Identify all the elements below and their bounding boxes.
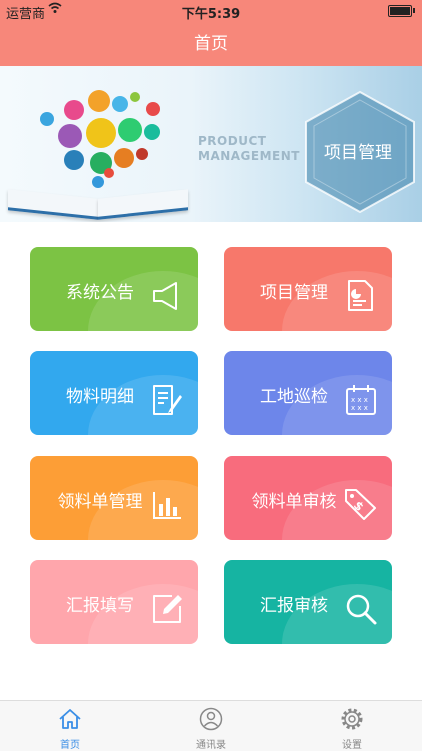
page-title: 首页 [194,34,228,54]
tile-material-details[interactable]: 物料明细 [30,351,198,435]
tile-requisition-review[interactable]: 领料单审核 $ [224,456,392,540]
tile-project-management[interactable]: 项目管理 [224,247,392,331]
tile-label: 项目管理 [260,283,328,303]
status-bar: 运营商 下午5:39 [0,0,422,22]
product-management-text: PRODUCT MANAGEMENT [198,134,300,163]
tile-label: 领料单管理 [57,492,143,512]
tile-report-review[interactable]: 汇报审核 [224,560,392,644]
tab-label: 设置 [342,740,362,751]
book-left-page [8,189,98,220]
tab-settings[interactable]: 设置 [282,701,422,751]
tile-label: 物料明细 [66,387,134,407]
tile-label: 工地巡检 [260,387,328,407]
speaker-icon [153,282,177,310]
tile-label: 系统公告 [66,283,134,303]
tile-system-notice[interactable]: 系统公告 [30,247,198,331]
tile-report-fill[interactable]: 汇报填写 [30,560,198,644]
banner[interactable]: PRODUCT MANAGEMENT 项目管理 [0,66,422,222]
battery-tip [413,8,415,13]
home-icon [59,709,81,729]
tile-site-inspection[interactable]: 工地巡检 x x x x x x [224,351,392,435]
nav-bar: 首页 [0,22,422,66]
book-right-page [98,189,188,220]
tab-label: 首页 [60,740,80,751]
write-icon [153,595,182,623]
report-document-icon [348,280,373,311]
svg-text:$: $ [351,498,367,514]
settings-icon [341,708,363,730]
bar-chart-icon [153,492,181,519]
contacts-icon [199,707,223,731]
svg-text:x x x: x x x [351,396,368,404]
calendar-icon: x x x x x x [346,385,376,415]
status-time: 下午5:39 [181,7,241,22]
tab-home[interactable]: 首页 [0,701,140,751]
price-tag-icon: $ [345,489,376,520]
tile-requisition-management[interactable]: 领料单管理 [30,456,198,540]
tab-bar: 首页 通讯录 设置 [0,700,422,751]
banner-hex-label: 项目管理 [324,143,392,163]
tab-contacts[interactable]: 通讯录 [141,701,281,751]
tab-label: 通讯录 [196,740,226,751]
magnifier-icon [346,594,377,625]
battery-icon [388,5,412,17]
tile-label: 领料单审核 [251,492,337,512]
tile-label: 汇报审核 [260,596,328,616]
svg-text:x x x: x x x [351,404,368,412]
edit-document-icon [153,385,182,415]
tile-label: 汇报填写 [66,596,134,616]
